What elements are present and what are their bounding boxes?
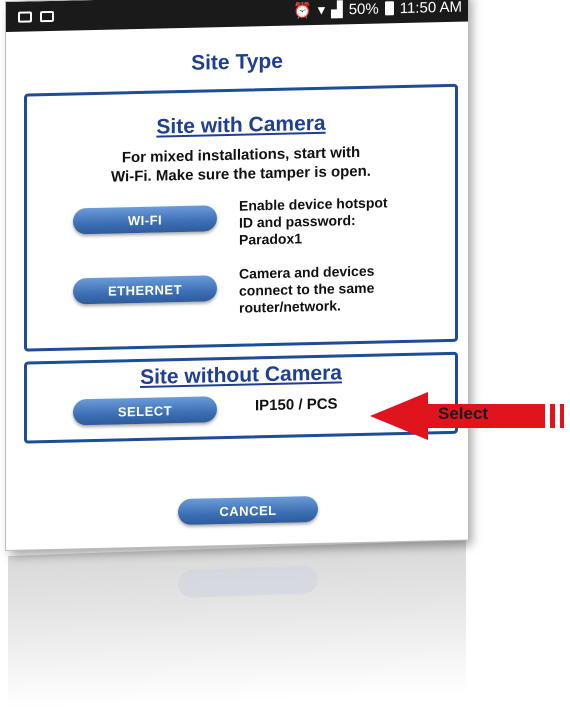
battery-percent: 50%	[348, 0, 379, 18]
device-type-label: IP150 / PCS	[255, 395, 338, 415]
phone-screen: ⏰ ▾ ▟ 50% 11:50 AM Site Type Site with C…	[6, 0, 468, 551]
panel-heading-no-camera: Site without Camera	[140, 361, 342, 389]
battery-icon	[384, 1, 394, 16]
site-with-camera-panel: Site with Camera For mixed installations…	[24, 83, 458, 352]
wifi-description: Enable device hotspot ID and password: P…	[239, 194, 388, 248]
reflection	[8, 540, 466, 710]
panel-heading-camera: Site with Camera	[156, 111, 326, 139]
page-title: Site Type	[191, 49, 283, 75]
alarm-icon: ⏰	[292, 2, 312, 20]
wifi-signal-icon: ▾	[317, 1, 326, 19]
arrow-tail-bar-1	[550, 404, 555, 428]
reflected-cancel-button	[178, 565, 318, 599]
status-bar: ⏰ ▾ ▟ 50% 11:50 AM	[6, 0, 468, 32]
annotation-label: Select	[438, 404, 489, 423]
ethernet-button[interactable]: ETHERNET	[73, 275, 217, 305]
arrow-tail-bar-2	[560, 404, 564, 428]
ethernet-description: Camera and devices connect to the same r…	[239, 262, 375, 316]
clock: 11:50 AM	[399, 0, 462, 17]
select-button[interactable]: SELECT	[73, 396, 217, 426]
cancel-button[interactable]: CANCEL	[178, 495, 318, 526]
image-icon	[40, 10, 54, 22]
notification-icon	[18, 10, 32, 23]
panel-description: For mixed installations, start with Wi-F…	[111, 143, 371, 186]
cell-signal-icon: ▟	[331, 1, 343, 19]
wifi-button[interactable]: WI-FI	[73, 205, 217, 235]
